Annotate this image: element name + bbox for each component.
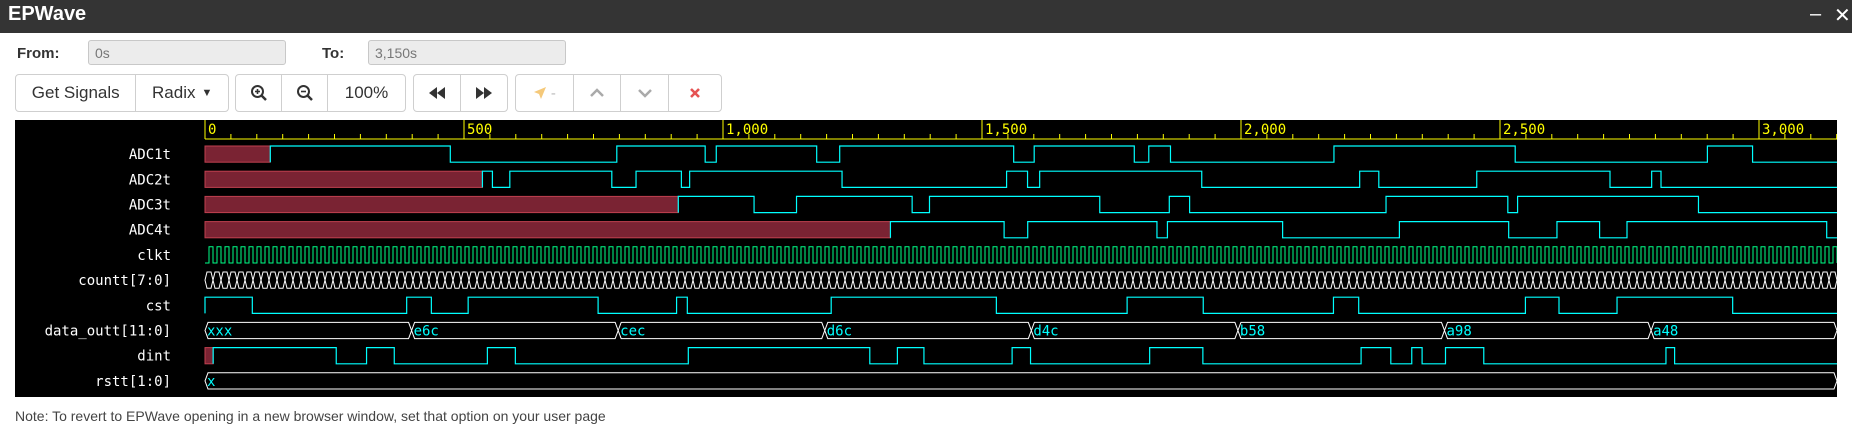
bus-value-label: cec: [620, 324, 645, 340]
signal-name-adc4t: ADC4t: [129, 223, 171, 239]
waveform-canvas[interactable]: 0 500 1,000 1,500 2,000 2,500 3,000 ADC1t ADC2t A…: [15, 120, 1838, 397]
caret-down-icon: ▼: [201, 87, 213, 99]
fast-backward-icon: [428, 87, 445, 99]
to-label: To:: [322, 45, 345, 62]
bus-value-label: d6c: [827, 324, 852, 340]
marker-group: -: [515, 74, 722, 112]
bit-waveform: [204, 296, 1837, 314]
time-range-bar: From: To:: [0, 40, 600, 67]
marker-value: -: [550, 84, 556, 102]
next-edge-button[interactable]: [461, 75, 508, 111]
zoom-out-button[interactable]: [282, 75, 328, 111]
bit-waveform: [212, 347, 1837, 365]
zoom-in-icon: [250, 85, 267, 101]
bus-segment: [411, 321, 619, 340]
bus-segment: [824, 321, 1032, 340]
window-title: EPWave: [8, 3, 87, 25]
radix-label: Radix: [152, 83, 196, 102]
from-input[interactable]: [88, 40, 286, 65]
get-signals-button[interactable]: Get Signals: [16, 75, 137, 111]
signal-name-cst: cst: [146, 298, 171, 314]
chevron-down-icon: [637, 89, 652, 98]
bus-segment: [1030, 321, 1239, 340]
undefined-region: [204, 195, 679, 214]
waveform-viewer[interactable]: 0 500 1,000 1,500 2,000 2,500 3,000 ADC1t ADC2t A…: [15, 120, 1838, 397]
bus-segment: [1237, 321, 1446, 340]
undefined-region: [204, 170, 483, 188]
bus-segment: [1443, 321, 1652, 340]
to-input[interactable]: [368, 40, 566, 65]
ruler-tick-label: 2,500: [1503, 122, 1545, 138]
remove-icon: [690, 88, 701, 98]
bit-waveform: [269, 145, 1837, 163]
minimize-button[interactable]: –: [1810, 3, 1821, 26]
navigate-group: [413, 74, 508, 112]
fast-forward-icon: [475, 87, 492, 99]
bus-segment: [617, 321, 826, 340]
signal-name-clkt: clkt: [137, 248, 171, 264]
bus-segment: [204, 321, 413, 340]
close-button[interactable]: ✕: [1834, 3, 1851, 28]
radix-dropdown[interactable]: Radix ▼: [136, 75, 228, 111]
signal-name-dint: dint: [137, 349, 171, 365]
undefined-region: [204, 221, 891, 239]
bus-value-label: b58: [1240, 324, 1265, 340]
bit-waveform: [889, 221, 1837, 239]
bit-waveform: [481, 170, 1837, 188]
ruler-tick-label: 1,500: [985, 122, 1027, 138]
signal-name-rstt10: rstt[1:0]: [95, 374, 171, 390]
zoom-group: 100%: [235, 74, 406, 112]
zoom-in-button[interactable]: [236, 75, 282, 111]
ruler-tick-label: 2,000: [1244, 122, 1286, 138]
signals-group: Get Signals Radix ▼: [15, 74, 229, 112]
signal-name-countt70: countt[7:0]: [78, 273, 171, 289]
bus-value-label: xxx: [207, 324, 232, 340]
footer-note: Note: To revert to EPWave opening in a n…: [15, 408, 606, 424]
ruler-tick-label: 0: [208, 122, 216, 138]
marker-button[interactable]: -: [516, 75, 574, 111]
bus-value-label: d4c: [1033, 324, 1058, 340]
undefined-region: [204, 145, 271, 163]
signal-name-dataoutt110: data_outt[11:0]: [45, 324, 171, 340]
bus-value-label: a48: [1653, 324, 1678, 340]
bit-waveform: [677, 195, 1837, 214]
clock-waveform: [205, 246, 1838, 264]
bus-value-label: x: [207, 374, 215, 390]
bus-waveform: [204, 271, 1838, 289]
move-down-button[interactable]: [621, 75, 670, 111]
title-bar: EPWave – ✕: [0, 0, 1852, 33]
bus-value-label: a98: [1446, 324, 1471, 340]
zoom-level-button[interactable]: 100%: [328, 75, 405, 111]
bus-value-label: e6c: [414, 324, 439, 340]
bus-segment: [204, 372, 1838, 390]
move-up-button[interactable]: [574, 75, 622, 111]
get-signals-label: Get Signals: [31, 83, 120, 102]
undefined-region: [204, 347, 214, 365]
remove-signal-button[interactable]: [669, 75, 721, 111]
from-label: From:: [17, 45, 60, 62]
ruler-tick-label: 3,000: [1762, 122, 1804, 138]
ruler-tick-label: 500: [467, 122, 492, 138]
zoom-level-value: 100%: [344, 83, 389, 102]
signal-name-adc1t: ADC1t: [129, 147, 171, 163]
signal-name-column: [15, 120, 205, 397]
chevron-up-icon: [590, 88, 604, 97]
ruler-tick-label: 1,000: [726, 122, 768, 138]
signal-name-adc2t: ADC2t: [129, 172, 171, 188]
zoom-out-icon: [296, 85, 313, 101]
location-arrow-icon: [533, 87, 546, 99]
signal-name-adc3t: ADC3t: [129, 198, 171, 214]
bus-segment: [1650, 321, 1838, 340]
previous-edge-button[interactable]: [414, 75, 461, 111]
